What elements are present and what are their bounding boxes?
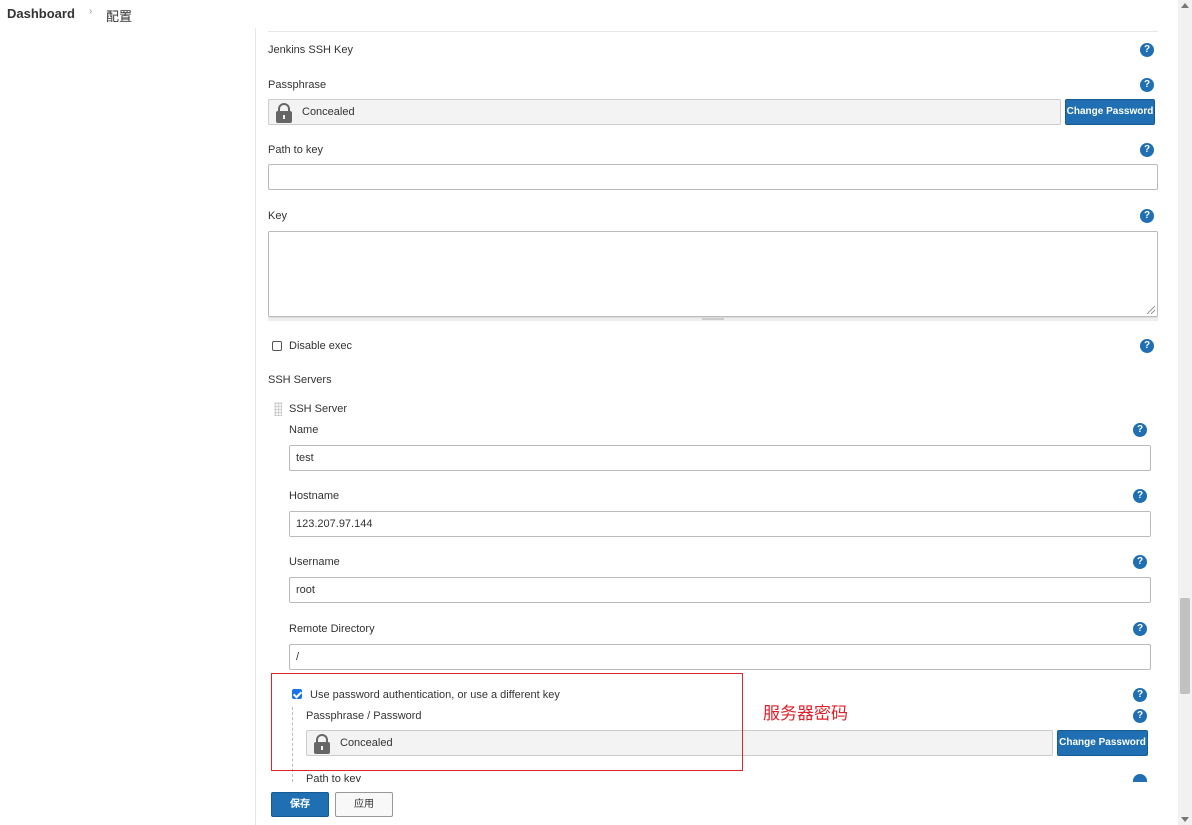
help-icon[interactable]: ? (1133, 423, 1147, 437)
breadcrumb-separator-icon: › (89, 6, 93, 17)
disable-exec-label: Disable exec (289, 340, 352, 352)
ssh-server-title: SSH Server (289, 403, 348, 415)
key-textarea[interactable] (268, 231, 1158, 317)
scroll-up-arrow-icon[interactable] (1181, 3, 1189, 8)
passphrase-concealed-text: Concealed (302, 106, 355, 118)
key-label: Key (268, 210, 287, 222)
help-icon[interactable]: ? (1140, 43, 1154, 57)
help-icon[interactable]: ? (1133, 688, 1147, 702)
ssh-servers-label: SSH Servers (268, 374, 332, 386)
breadcrumb: Dashboard › 配置 (0, 0, 1178, 28)
textarea-resize-bar[interactable] (268, 317, 1158, 321)
breadcrumb-current-page[interactable]: 配置 (106, 6, 132, 25)
passphrase-concealed-field: Concealed (268, 99, 1061, 125)
remote-directory-input[interactable]: / (289, 644, 1151, 670)
server-change-password-button[interactable]: Change Password (1057, 730, 1148, 756)
server-name-input[interactable]: test (289, 445, 1151, 471)
change-password-button[interactable]: Change Password (1065, 99, 1155, 125)
vertical-scrollbar[interactable] (1178, 0, 1192, 825)
username-input[interactable]: root (289, 577, 1151, 603)
server-path-to-key-label: Path to key (306, 774, 362, 782)
help-icon[interactable]: ? (1140, 339, 1154, 353)
help-icon[interactable]: ? (1140, 78, 1154, 92)
server-name-label: Name (289, 424, 319, 436)
resize-grip-icon[interactable] (1147, 306, 1155, 314)
scrollbar-thumb[interactable] (1180, 598, 1190, 694)
annotation-text: 服务器密码 (763, 704, 848, 724)
help-icon[interactable]: ? (1133, 489, 1147, 503)
hostname-label: Hostname (289, 490, 340, 502)
annotation-highlight-box (271, 673, 743, 771)
help-icon[interactable]: ? (1133, 555, 1147, 569)
hostname-input[interactable]: 123.207.97.144 (289, 511, 1151, 537)
path-to-key-label: Path to key (268, 144, 324, 156)
section-divider (268, 31, 1158, 32)
jenkins-ssh-key-label: Jenkins SSH Key (268, 44, 353, 56)
help-icon[interactable]: ? (1133, 622, 1147, 636)
apply-button[interactable]: 应用 (335, 792, 393, 817)
breadcrumb-dashboard-link[interactable]: Dashboard (7, 6, 75, 21)
passphrase-label: Passphrase (268, 79, 327, 91)
help-icon[interactable]: ? (1140, 209, 1154, 223)
lock-icon (273, 103, 295, 123)
save-button[interactable]: 保存 (271, 792, 329, 817)
drag-handle-icon[interactable] (274, 402, 282, 416)
help-icon[interactable]: ? (1140, 143, 1154, 157)
help-icon[interactable] (1133, 774, 1147, 782)
sidebar-divider (255, 28, 256, 825)
scroll-down-arrow-icon[interactable] (1181, 817, 1189, 822)
disable-exec-checkbox[interactable] (272, 341, 282, 351)
path-to-key-input[interactable] (268, 164, 1158, 190)
help-icon[interactable]: ? (1133, 709, 1147, 723)
username-label: Username (289, 556, 340, 568)
remote-directory-label: Remote Directory (289, 623, 375, 635)
